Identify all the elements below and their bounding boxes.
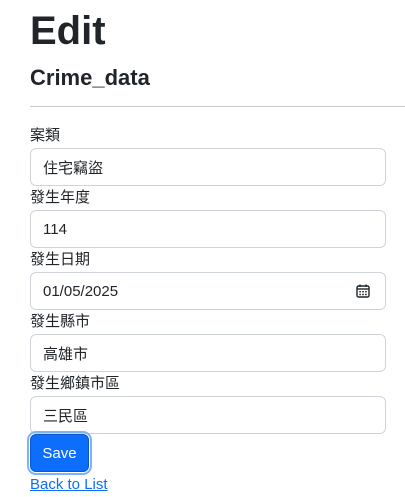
district-value: 三民區 (43, 407, 89, 425)
year-input[interactable]: 114 (30, 210, 386, 248)
back-to-list-link[interactable]: Back to List (30, 475, 108, 495)
case-type-input[interactable]: 住宅竊盜 (30, 148, 386, 186)
city-group: 發生縣市 高雄市 (30, 312, 386, 372)
district-group: 發生鄉鎮市區 三民區 (30, 374, 386, 434)
city-label: 發生縣市 (30, 313, 91, 330)
case-type-group: 案類 住宅竊盜 (30, 126, 386, 186)
date-value: 01/05/2025 (43, 282, 119, 300)
year-label: 發生年度 (30, 189, 91, 206)
district-input[interactable]: 三民區 (30, 396, 386, 434)
date-label: 發生日期 (30, 251, 91, 268)
case-type-label: 案類 (30, 127, 61, 144)
page-title: Edit (30, 9, 106, 53)
page-subtitle: Crime_data (30, 65, 150, 90)
save-button[interactable]: Save (27, 431, 92, 475)
city-input[interactable]: 高雄市 (30, 334, 386, 372)
calendar-icon[interactable] (355, 283, 371, 299)
date-input[interactable]: 01/05/2025 (30, 272, 386, 310)
city-value: 高雄市 (43, 345, 89, 363)
edit-page: Edit Crime_data 案類 住宅竊盜 發生年度 114 發生日期 01… (0, 0, 405, 497)
district-label: 發生鄉鎮市區 (30, 375, 121, 392)
year-group: 發生年度 114 (30, 188, 386, 248)
case-type-value: 住宅竊盜 (43, 159, 104, 177)
date-group: 發生日期 01/05/2025 (30, 250, 386, 310)
year-value: 114 (43, 220, 67, 238)
divider (30, 106, 405, 107)
